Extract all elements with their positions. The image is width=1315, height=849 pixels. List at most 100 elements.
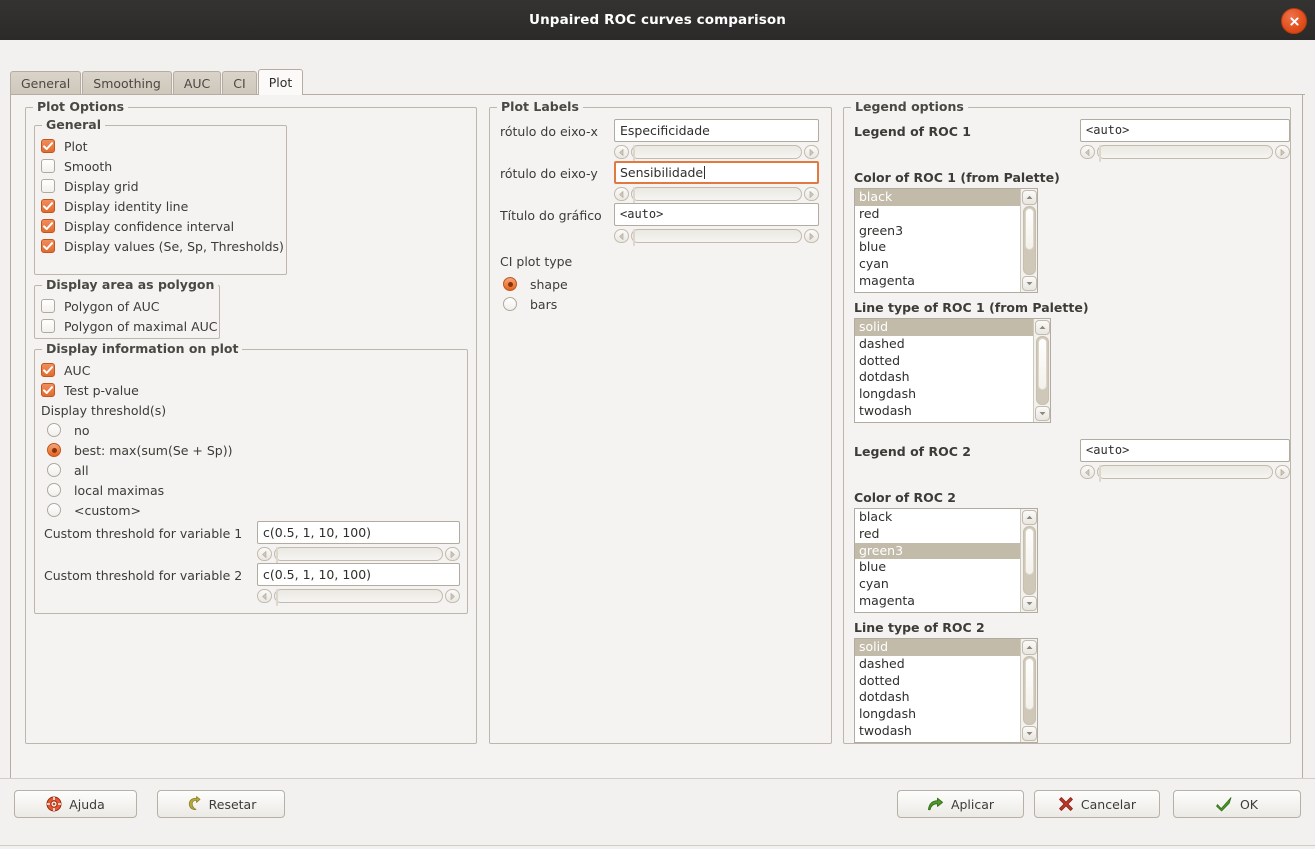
reset-button[interactable]: Resetar <box>157 790 285 818</box>
checkbox-smooth-box[interactable] <box>41 159 55 173</box>
scroll-left-icon[interactable] <box>614 145 629 159</box>
list-item[interactable]: green3 <box>855 223 1020 240</box>
list-item[interactable]: blue <box>855 239 1020 256</box>
scroll-right-icon[interactable] <box>804 187 819 201</box>
checkbox-polygon-auc[interactable]: Polygon of AUC <box>41 296 218 316</box>
scroll-right-icon[interactable] <box>1275 465 1290 479</box>
tab-smoothing[interactable]: Smoothing <box>82 71 172 95</box>
list-item[interactable]: magenta <box>855 593 1020 610</box>
custom-threshold-2-scrollbar[interactable] <box>257 588 460 606</box>
custom-threshold-2-input[interactable]: c(0.5, 1, 10, 100) <box>257 563 460 586</box>
scroll-up-icon[interactable] <box>1021 190 1037 205</box>
list-item[interactable]: dotdash <box>855 369 1033 386</box>
scroll-right-icon[interactable] <box>804 145 819 159</box>
scroll-trough[interactable] <box>1022 206 1036 275</box>
list-item[interactable]: black <box>855 189 1020 206</box>
list-item[interactable]: solid <box>855 319 1033 336</box>
list-item[interactable]: dotted <box>855 673 1020 690</box>
tab-general[interactable]: General <box>10 71 82 95</box>
apply-button[interactable]: Aplicar <box>897 790 1024 818</box>
scroll-trough[interactable] <box>631 145 802 162</box>
scroll-trough[interactable] <box>631 229 802 246</box>
radio-ci-shape[interactable]: shape <box>503 274 568 294</box>
scroll-left-icon[interactable] <box>1080 145 1095 159</box>
main-title-input[interactable]: <auto> <box>614 203 819 226</box>
scroll-right-icon[interactable] <box>804 229 819 243</box>
help-button[interactable]: Ajuda <box>14 790 137 818</box>
scroll-down-icon[interactable] <box>1034 406 1050 421</box>
scroll-trough[interactable] <box>1035 336 1049 405</box>
radio-threshold-all-dot[interactable] <box>47 463 61 477</box>
list-item[interactable]: twodash <box>855 723 1020 740</box>
color-roc2-vscrollbar[interactable] <box>1020 509 1037 612</box>
linetype-roc1-listbox[interactable]: solid dashed dotted dotdash longdash two… <box>854 318 1051 423</box>
scroll-down-icon[interactable] <box>1021 276 1037 291</box>
ylab-input[interactable]: Sensibilidade <box>614 161 819 184</box>
checkbox-display-grid[interactable]: Display grid <box>41 176 284 196</box>
radio-threshold-custom[interactable]: <custom> <box>47 500 233 520</box>
scroll-trough[interactable] <box>1097 465 1273 482</box>
ok-button[interactable]: OK <box>1173 790 1301 818</box>
list-item[interactable]: black <box>855 509 1020 526</box>
scroll-down-icon[interactable] <box>1021 596 1037 611</box>
scroll-left-icon[interactable] <box>257 589 272 603</box>
checkbox-confidence-interval[interactable]: Display confidence interval <box>41 216 284 236</box>
legend-roc1-input[interactable]: <auto> <box>1080 119 1290 142</box>
scroll-trough[interactable] <box>1022 656 1036 725</box>
list-item[interactable]: red <box>855 526 1020 543</box>
checkbox-auc[interactable]: AUC <box>41 360 233 380</box>
list-item[interactable]: red <box>855 206 1020 223</box>
list-item[interactable]: solid <box>855 639 1020 656</box>
radio-threshold-local-maximas[interactable]: local maximas <box>47 480 233 500</box>
color-roc2-listbox[interactable]: black red green3 blue cyan magenta <box>854 508 1038 613</box>
tab-ci[interactable]: CI <box>222 71 257 95</box>
linetype-roc1-vscrollbar[interactable] <box>1033 319 1050 422</box>
color-roc1-listbox[interactable]: black red green3 blue cyan magenta <box>854 188 1038 293</box>
scroll-up-icon[interactable] <box>1034 320 1050 335</box>
list-item[interactable]: dotted <box>855 353 1033 370</box>
list-item[interactable]: dotdash <box>855 689 1020 706</box>
scroll-left-icon[interactable] <box>614 229 629 243</box>
checkbox-confidence-interval-box[interactable] <box>41 219 55 233</box>
checkbox-polygon-auc-box[interactable] <box>41 299 55 313</box>
list-item[interactable]: dashed <box>855 656 1020 673</box>
close-icon[interactable] <box>1281 8 1307 34</box>
scroll-left-icon[interactable] <box>257 547 272 561</box>
checkbox-identity-line[interactable]: Display identity line <box>41 196 284 216</box>
scroll-trough[interactable] <box>1022 526 1036 595</box>
checkbox-smooth[interactable]: Smooth <box>41 156 284 176</box>
checkbox-auc-box[interactable] <box>41 363 55 377</box>
legend-roc2-input[interactable]: <auto> <box>1080 439 1290 462</box>
checkbox-test-pvalue-box[interactable] <box>41 383 55 397</box>
legend-roc2-scrollbar[interactable] <box>1080 464 1290 482</box>
scroll-trough[interactable] <box>274 589 443 606</box>
radio-threshold-best[interactable]: best: max(sum(Se + Sp)) <box>47 440 233 460</box>
checkbox-test-pvalue[interactable]: Test p-value <box>41 380 233 400</box>
tab-auc[interactable]: AUC <box>172 71 222 95</box>
radio-threshold-all[interactable]: all <box>47 460 233 480</box>
checkbox-polygon-maximal-auc-box[interactable] <box>41 319 55 333</box>
list-item[interactable]: dashed <box>855 336 1033 353</box>
checkbox-plot[interactable]: Plot <box>41 136 284 156</box>
list-item[interactable]: longdash <box>855 706 1020 723</box>
checkbox-display-grid-box[interactable] <box>41 179 55 193</box>
checkbox-plot-box[interactable] <box>41 139 55 153</box>
radio-threshold-local-maximas-dot[interactable] <box>47 483 61 497</box>
list-item[interactable]: longdash <box>855 386 1033 403</box>
scroll-down-icon[interactable] <box>1021 726 1037 741</box>
checkbox-display-values[interactable]: Display values (Se, Sp, Thresholds) <box>41 236 284 256</box>
list-item[interactable]: green3 <box>855 542 1020 560</box>
checkbox-display-values-box[interactable] <box>41 239 55 253</box>
ylab-scrollbar[interactable] <box>614 186 819 204</box>
radio-ci-shape-dot[interactable] <box>503 277 517 291</box>
scroll-left-icon[interactable] <box>614 187 629 201</box>
radio-threshold-no-dot[interactable] <box>47 423 61 437</box>
custom-threshold-1-input[interactable]: c(0.5, 1, 10, 100) <box>257 521 460 544</box>
custom-threshold-1-scrollbar[interactable] <box>257 546 460 564</box>
list-item[interactable]: twodash <box>855 403 1033 420</box>
radio-threshold-best-dot[interactable] <box>47 443 61 457</box>
xlab-scrollbar[interactable] <box>614 144 819 162</box>
list-item[interactable]: magenta <box>855 273 1020 290</box>
list-item[interactable]: cyan <box>855 256 1020 273</box>
linetype-roc2-vscrollbar[interactable] <box>1020 639 1037 742</box>
